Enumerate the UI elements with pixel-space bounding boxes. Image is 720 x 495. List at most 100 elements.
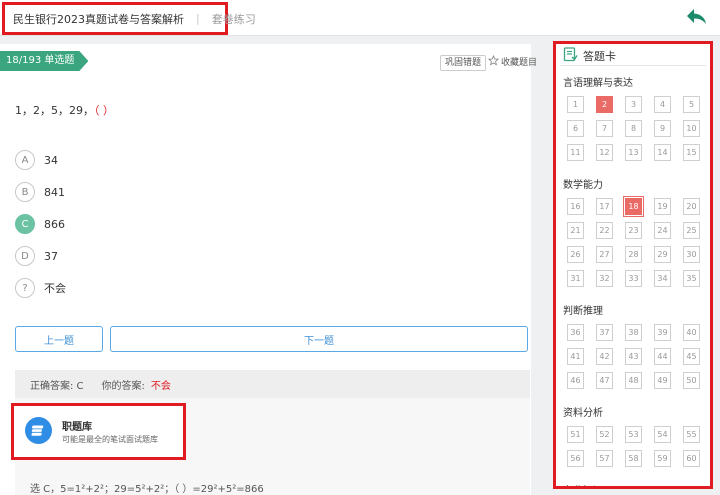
question-index-tag: 18/193 单选题 — [0, 51, 88, 71]
question-cell-12[interactable]: 12 — [596, 144, 613, 161]
question-cell-21[interactable]: 21 — [567, 222, 584, 239]
question-cell-37[interactable]: 37 — [596, 324, 613, 341]
question-cell-42[interactable]: 42 — [596, 348, 613, 365]
option-d[interactable]: D 37 — [15, 246, 58, 266]
question-cell-15[interactable]: 15 — [683, 144, 700, 161]
question-cell-22[interactable]: 22 — [596, 222, 613, 239]
question-cell-5[interactable]: 5 — [683, 96, 700, 113]
option-letter-circle: A — [15, 150, 35, 170]
question-cell-53[interactable]: 53 — [625, 426, 642, 443]
my-answer-label: 你的答案: — [101, 380, 145, 392]
option-unknown[interactable]: ? 不会 — [15, 278, 66, 298]
answer-bar: 正确答案: C 你的答案: 不会 — [15, 370, 530, 398]
promo-card[interactable]: 职题库 可能是最全的笔试面试题库 — [11, 403, 186, 460]
question-cell-34[interactable]: 34 — [654, 270, 671, 287]
option-b[interactable]: B 841 — [15, 182, 65, 202]
question-cell-52[interactable]: 52 — [596, 426, 613, 443]
paper-title: 民生银行2023真题试卷与答案解析 — [13, 12, 184, 26]
option-a[interactable]: A 34 — [15, 150, 58, 170]
question-cell-3[interactable]: 3 — [625, 96, 642, 113]
question-cell-50[interactable]: 50 — [683, 372, 700, 389]
question-cell-7[interactable]: 7 — [596, 120, 613, 137]
question-cell-8[interactable]: 8 — [625, 120, 642, 137]
question-cell-25[interactable]: 25 — [683, 222, 700, 239]
promo-subtitle: 可能是最全的笔试面试题库 — [62, 435, 158, 444]
answer-card-icon — [563, 47, 578, 65]
question-cell-51[interactable]: 51 — [567, 426, 584, 443]
question-cell-38[interactable]: 38 — [625, 324, 642, 341]
question-cell-60[interactable]: 60 — [683, 450, 700, 467]
question-cell-33[interactable]: 33 — [625, 270, 642, 287]
option-letter-circle: D — [15, 246, 35, 266]
question-cell-4[interactable]: 4 — [654, 96, 671, 113]
question-cell-27[interactable]: 27 — [596, 246, 613, 263]
paper-title-area: 民生银行2023真题试卷与答案解析 | 套卷练习 — [2, 2, 256, 35]
answer-sheet-title: 答题卡 — [583, 50, 616, 63]
question-cell-30[interactable]: 30 — [683, 246, 700, 263]
question-cell-57[interactable]: 57 — [596, 450, 613, 467]
star-icon — [487, 54, 500, 72]
back-arrow-icon[interactable] — [686, 8, 708, 26]
section-title: 判断推理 — [563, 306, 603, 317]
question-cell-17[interactable]: 17 — [596, 198, 613, 215]
option-text: 34 — [44, 153, 58, 167]
consolidate-wrong-button[interactable]: 巩固错题 — [440, 55, 487, 71]
question-cell-20[interactable]: 20 — [683, 198, 700, 215]
question-cell-32[interactable]: 32 — [596, 270, 613, 287]
question-cell-40[interactable]: 40 — [683, 324, 700, 341]
question-cell-36[interactable]: 36 — [567, 324, 584, 341]
question-cell-59[interactable]: 59 — [654, 450, 671, 467]
question-cell-41[interactable]: 41 — [567, 348, 584, 365]
option-letter-circle: C — [15, 214, 35, 234]
question-cell-39[interactable]: 39 — [654, 324, 671, 341]
question-cell-43[interactable]: 43 — [625, 348, 642, 365]
question-cell-23[interactable]: 23 — [625, 222, 642, 239]
question-cell-49[interactable]: 49 — [654, 372, 671, 389]
stem-blank: （ ） — [94, 104, 114, 117]
solution-text: 选 C，5=1²+2²；29=5²+2²；（ ）=29²+5²=866 — [30, 484, 264, 495]
question-cell-1[interactable]: 1 — [567, 96, 584, 113]
favorite-label: 收藏题目 — [501, 58, 538, 68]
question-cell-6[interactable]: 6 — [567, 120, 584, 137]
section-title: 言语理解与表达 — [563, 78, 633, 89]
next-question-button[interactable]: 下一题 — [110, 326, 528, 352]
favorite-button[interactable]: 收藏题目 — [487, 54, 538, 72]
section-title: 专业知识 — [563, 482, 603, 486]
answer-sheet-header: 答题卡 — [563, 47, 616, 65]
question-cell-48[interactable]: 48 — [625, 372, 642, 389]
question-cell-58[interactable]: 58 — [625, 450, 642, 467]
answer-sheet: 答题卡 言语理解与表达 1 2 3 4 5 6 7 8 9 10 11 12 13 14 15 数学能力 16 17… — [553, 41, 713, 489]
question-cell-19[interactable]: 19 — [654, 198, 671, 215]
question-cell-47[interactable]: 47 — [596, 372, 613, 389]
question-cell-26[interactable]: 26 — [567, 246, 584, 263]
question-cell-28[interactable]: 28 — [625, 246, 642, 263]
prev-question-button[interactable]: 上一题 — [15, 326, 103, 352]
question-cell-13[interactable]: 13 — [625, 144, 642, 161]
question-cell-54[interactable]: 54 — [654, 426, 671, 443]
option-letter-circle: B — [15, 182, 35, 202]
question-cell-9[interactable]: 9 — [654, 120, 671, 137]
question-cell-31[interactable]: 31 — [567, 270, 584, 287]
option-text: 37 — [44, 249, 58, 263]
question-cell-18[interactable]: 18 — [623, 196, 644, 217]
option-text: 866 — [44, 217, 65, 231]
question-cell-16[interactable]: 16 — [567, 198, 584, 215]
question-cell-11[interactable]: 11 — [567, 144, 584, 161]
stem-text: 1，2，5，29， — [15, 104, 94, 117]
question-cell-24[interactable]: 24 — [654, 222, 671, 239]
practice-mode: 套卷练习 — [211, 12, 256, 26]
question-cell-29[interactable]: 29 — [654, 246, 671, 263]
question-cell-35[interactable]: 35 — [683, 270, 700, 287]
question-cell-56[interactable]: 56 — [567, 450, 584, 467]
question-cell-46[interactable]: 46 — [567, 372, 584, 389]
question-cell-55[interactable]: 55 — [683, 426, 700, 443]
question-cell-2[interactable]: 2 — [596, 96, 613, 113]
question-cell-44[interactable]: 44 — [654, 348, 671, 365]
my-answer-value: 不会 — [150, 380, 171, 392]
question-cell-10[interactable]: 10 — [683, 120, 700, 137]
option-text: 841 — [44, 185, 65, 199]
option-c[interactable]: C 866 — [15, 214, 65, 234]
question-cell-14[interactable]: 14 — [654, 144, 671, 161]
question-cell-45[interactable]: 45 — [683, 348, 700, 365]
top-bar: 民生银行2023真题试卷与答案解析 | 套卷练习 — [0, 0, 720, 36]
